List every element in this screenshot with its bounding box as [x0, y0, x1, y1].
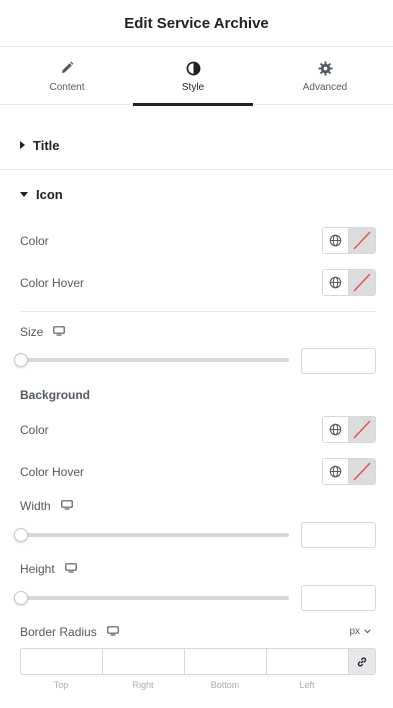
- border-radius-label: Border Radius: [20, 625, 119, 639]
- caret-right-icon: [20, 141, 25, 149]
- radius-left-input[interactable]: [267, 649, 349, 674]
- color-swatch[interactable]: [349, 417, 375, 442]
- section-icon-label: Icon: [36, 186, 63, 202]
- width-slider[interactable]: [14, 528, 289, 542]
- icon-color-hover-label: Color Hover: [20, 276, 85, 290]
- link-values-button[interactable]: [349, 649, 375, 674]
- tab-advanced-label: Advanced: [302, 82, 348, 93]
- icon-color-hover-picker: [322, 269, 376, 296]
- icon-color-picker: [322, 227, 376, 254]
- height-label: Height: [20, 562, 77, 576]
- bg-color-hover-label: Color Hover: [20, 465, 85, 479]
- globe-icon[interactable]: [323, 270, 349, 295]
- globe-icon[interactable]: [323, 417, 349, 442]
- radius-bottom-input[interactable]: [185, 649, 267, 674]
- bg-color-picker: [322, 416, 376, 443]
- dim-label-top: Top: [53, 680, 69, 690]
- globe-icon[interactable]: [323, 459, 349, 484]
- half-circle-icon: [185, 60, 201, 76]
- pencil-icon: [59, 60, 75, 76]
- tab-content-label: Content: [49, 82, 85, 93]
- slider-thumb[interactable]: [14, 591, 28, 605]
- width-label: Width: [20, 499, 73, 513]
- tab-bar: Content Style Advanced: [0, 47, 393, 106]
- slider-track: [20, 533, 289, 537]
- icon-color-label: Color: [20, 234, 49, 248]
- color-swatch[interactable]: [349, 228, 375, 253]
- radius-right-input[interactable]: [103, 649, 185, 674]
- bg-color-hover-picker: [322, 458, 376, 485]
- width-label-text: Width: [20, 499, 51, 513]
- icon-size-slider[interactable]: [14, 353, 289, 367]
- caret-down-icon: [20, 191, 28, 197]
- slider-track: [20, 358, 289, 362]
- section-title-toggle[interactable]: Title: [0, 121, 393, 169]
- globe-icon[interactable]: [323, 228, 349, 253]
- dim-label-left: Left: [299, 680, 315, 690]
- control-separator: [20, 311, 376, 312]
- monitor-icon[interactable]: [53, 325, 66, 339]
- tab-style[interactable]: Style: [133, 47, 253, 106]
- gear-icon: [317, 60, 333, 76]
- tab-content[interactable]: Content: [7, 47, 127, 105]
- slider-thumb[interactable]: [14, 353, 28, 367]
- border-radius-dimensions: [20, 648, 376, 675]
- monitor-icon[interactable]: [106, 625, 119, 639]
- icon-size-label: Size: [20, 325, 66, 339]
- background-heading: Background: [20, 388, 91, 402]
- radius-top-input[interactable]: [21, 649, 103, 674]
- tab-advanced[interactable]: Advanced: [265, 47, 385, 105]
- dim-label-bottom: Bottom: [210, 680, 240, 690]
- link-icon: [357, 656, 367, 667]
- panel-title: Edit Service Archive: [124, 14, 269, 32]
- slider-thumb[interactable]: [14, 528, 28, 542]
- tab-style-label: Style: [181, 82, 205, 93]
- width-input[interactable]: [301, 522, 376, 548]
- monitor-icon[interactable]: [64, 562, 77, 576]
- color-swatch[interactable]: [349, 270, 375, 295]
- unit-value: px: [349, 626, 360, 637]
- dim-label-right: Right: [132, 680, 154, 690]
- border-radius-label-text: Border Radius: [20, 625, 97, 639]
- bg-color-label: Color: [20, 423, 49, 437]
- icon-size-input[interactable]: [301, 348, 376, 374]
- color-swatch[interactable]: [349, 459, 375, 484]
- height-slider[interactable]: [14, 591, 289, 605]
- monitor-icon[interactable]: [60, 499, 73, 513]
- panel-header: Edit Service Archive: [0, 0, 393, 47]
- unit-select[interactable]: px: [349, 626, 371, 637]
- slider-track: [20, 596, 289, 600]
- height-label-text: Height: [20, 562, 55, 576]
- icon-size-label-text: Size: [20, 325, 44, 339]
- section-title-label: Title: [33, 137, 60, 153]
- section-icon-toggle[interactable]: Icon: [0, 170, 393, 218]
- height-input[interactable]: [301, 585, 376, 611]
- chevron-down-icon: [364, 626, 371, 637]
- dimension-labels: Top Right Bottom Left: [20, 680, 348, 690]
